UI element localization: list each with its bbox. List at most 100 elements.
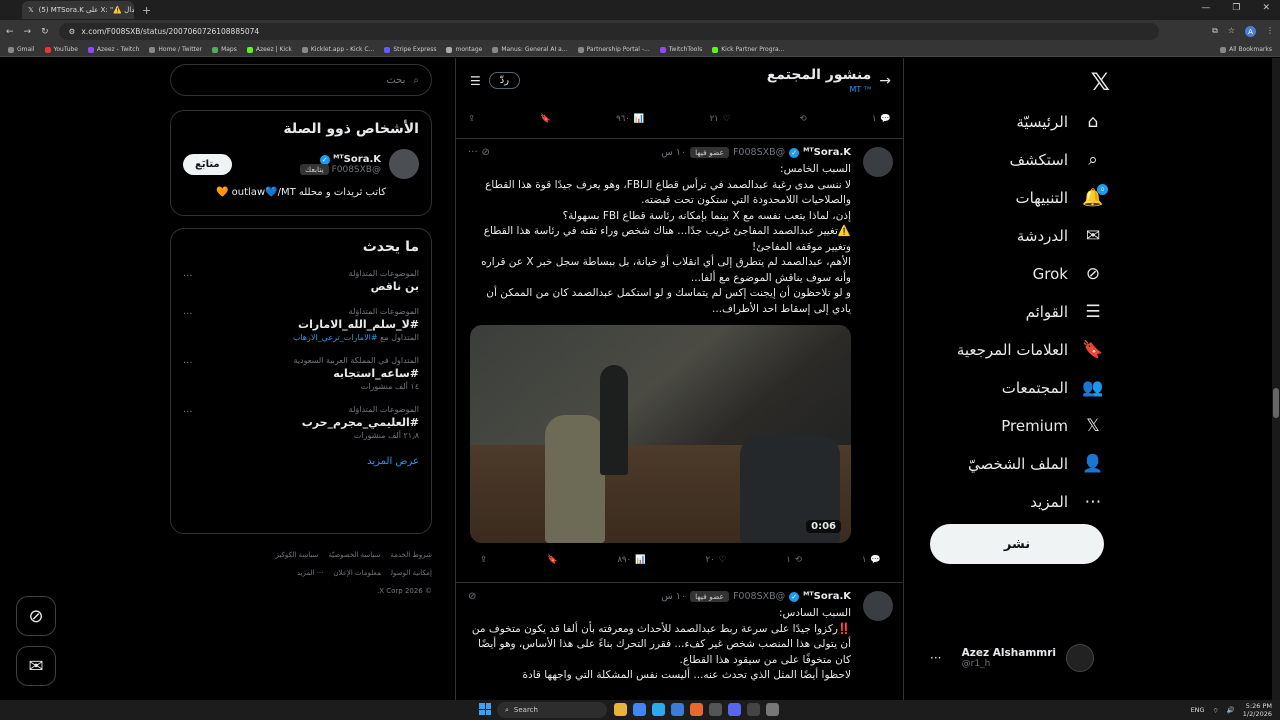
file-explorer-icon[interactable] [614,703,627,716]
account-switcher[interactable]: Azez Alshammri @r1_h ··· [930,644,1094,672]
search-box[interactable]: ⌕ بحث [170,64,432,96]
more-icon[interactable]: ··· [930,651,941,665]
post[interactable]: ᴹᵀSora.K ✓ @F008SXB عضو فيها ١٠ س ⊘ ··· … [456,138,903,586]
bookmark-item[interactable]: Home / Twitter [149,46,202,53]
app-icon[interactable] [690,703,703,716]
nav-communities[interactable]: 👥 المجتمعات [1002,378,1104,398]
wifi-icon[interactable]: ⌔ [1213,706,1219,715]
like-action[interactable]: ♡ ٢٠ [706,555,727,565]
footer-link[interactable]: سياسة الخصوصيّة [328,551,380,559]
trend-item[interactable]: الموضوعات المتداوَلة #لا_سلم_الله_الامار… [183,307,419,342]
avatar[interactable] [863,591,893,621]
messages-fab-icon[interactable]: ✉ [16,646,56,686]
share-action[interactable]: ⇪ [480,555,487,565]
reply-action[interactable]: 💬 ١ [872,114,891,124]
windows-start-icon[interactable] [479,703,491,715]
maximize-icon[interactable]: ❐ [1232,3,1240,13]
trend-title[interactable]: #لا_سلم_الله_الامارات [183,318,419,331]
repost-action[interactable]: ⟲ [796,114,807,124]
nav-more[interactable]: ⋯ المزيد [1030,492,1104,512]
trend-title[interactable]: #ساعه_استجابه [183,367,419,380]
bookmark-item[interactable]: YouTube [44,46,78,53]
bookmark-item[interactable]: Azeez - Twitch [87,46,139,53]
follow-button[interactable]: متابَع [183,153,232,175]
related-person[interactable]: ᴹᵀSora.K ✓ @F008SXB يتابعك متابَع [183,149,419,179]
app-icon[interactable] [671,703,684,716]
back-arrow-icon[interactable]: → [879,73,891,89]
bookmark-item[interactable]: Maps [212,46,237,53]
footer-link[interactable]: شروط الخدمة [390,551,432,559]
chrome-icon[interactable] [633,703,646,716]
video-player[interactable]: 0:06 [470,325,851,543]
url-text[interactable]: x.com/F008SXB/status/2007060726108885074 [81,27,259,36]
site-info-icon[interactable]: ⚙ [69,27,76,36]
author-name[interactable]: ᴹᵀSora.K [803,147,851,158]
grok-fab-icon[interactable]: ⊘ [16,596,56,636]
bookmark-item[interactable]: Partnership Portal -... [577,46,650,53]
scrollbar-thumb[interactable] [1273,388,1279,418]
avatar[interactable] [863,147,893,177]
clock[interactable]: 5:26 PM 1/2/2026 [1243,702,1272,718]
nav-notifications[interactable]: 🔔 ٥ التنبيهات [1016,184,1108,208]
grok-icon[interactable]: ⊘ [482,147,490,158]
show-more-link[interactable]: عرض المزيد [183,456,419,467]
author-handle[interactable]: @F008SXB [733,591,785,602]
author-name[interactable]: ᴹᵀSora.K [803,591,851,602]
views-action[interactable]: 📊 ٩٦٠ [616,114,644,124]
bookmark-item[interactable]: Kick Partner Progra... [712,46,784,53]
more-icon[interactable]: ··· [183,358,193,369]
footer-link[interactable]: معلومات الإعلان [333,569,381,577]
bookmark-action[interactable]: 🔖 [547,555,558,565]
more-icon[interactable]: ··· [183,271,193,282]
bookmark-action[interactable]: 🔖 [540,114,551,124]
nav-premium[interactable]: 𝕏 Premium [1001,416,1104,436]
trend-item[interactable]: الموضوعات المتداوَلة #العليمي_مجرم_حرب ٢… [183,405,419,440]
bookmark-item[interactable]: TwitchTools [659,46,702,53]
bookmark-item[interactable]: Stripe Express [384,46,436,53]
nav-explore[interactable]: ⌕ استكشف [1010,150,1104,170]
profile-avatar[interactable]: A [1245,26,1256,37]
nav-grok[interactable]: ⊘ Grok [1033,264,1104,284]
bookmark-item[interactable]: Manus: General AI a... [492,46,568,53]
reload-icon[interactable]: ↻ [41,27,49,37]
trend-link[interactable]: #الامارات_ترعي_الارهاب [293,333,378,342]
search-placeholder[interactable]: بحث [386,75,405,86]
more-icon[interactable]: ··· [183,407,193,418]
settings-sliders-icon[interactable]: ☰ [470,74,481,88]
like-action[interactable]: ♡ ٢١ [710,114,731,124]
post-time[interactable]: ١٠ س [661,147,686,158]
avatar[interactable] [389,149,419,179]
taskbar-search[interactable]: ⌕ Search [497,702,607,718]
omnibox[interactable]: ⚙ x.com/F008SXB/status/20070607261088850… [58,23,1159,40]
nav-messages[interactable]: ✉ الدردشة [1017,226,1104,246]
bookmark-item[interactable]: Gmail [8,46,35,53]
nav-profile[interactable]: 👤 الملف الشخصيّ [968,454,1104,474]
post[interactable]: ᴹᵀSora.K ✓ @F008SXB عضو فيها ١٠ س ⊘ السب… [456,582,903,700]
footer-link[interactable]: ··· المزيد [297,569,324,577]
minimize-icon[interactable]: — [1201,3,1210,13]
person-name[interactable]: ᴹᵀSora.K [333,154,381,165]
browser-tab[interactable]: 𝕏 (5) MTSora.K على X: "⚠️ نقبل الجدال...… [22,1,134,19]
star-icon[interactable]: ☆ [1228,26,1235,37]
post-time[interactable]: ١٠ س [661,591,686,602]
menu-icon[interactable]: ⋮ [1266,26,1274,37]
footer-link[interactable]: إمكانية الوصول [391,569,432,577]
extension-icon[interactable]: ⧉ [1212,26,1218,37]
language-indicator[interactable]: ENG [1191,706,1205,714]
trend-title[interactable]: بن ناقص [183,280,419,293]
reply-button[interactable]: ردّ [488,72,521,89]
nav-lists[interactable]: ☰ القوائم [1026,302,1104,322]
views-action[interactable]: 📊 ٨٩٠ [617,555,645,565]
app-icon[interactable] [747,703,760,716]
discord-icon[interactable] [728,703,741,716]
more-icon[interactable]: ··· [183,309,193,320]
nav-home[interactable]: ⌂ الرئيسيّة [1016,112,1104,132]
trend-item[interactable]: الموضوعات المتداوَلة بن ناقص ··· [183,269,419,293]
trend-item[interactable]: المتداول في المملكة العربية السعودية #سا… [183,356,419,391]
nav-bookmarks[interactable]: 🔖 العلامات المرجعية [957,340,1104,360]
close-window-icon[interactable]: ✕ [1262,3,1270,13]
new-tab-button[interactable]: + [142,4,151,17]
x-logo-icon[interactable]: 𝕏 [1091,68,1110,96]
repost-action[interactable]: ⟲ ١ [786,555,802,565]
bookmark-item[interactable]: Kicklet.app - Kick C... [301,46,374,53]
